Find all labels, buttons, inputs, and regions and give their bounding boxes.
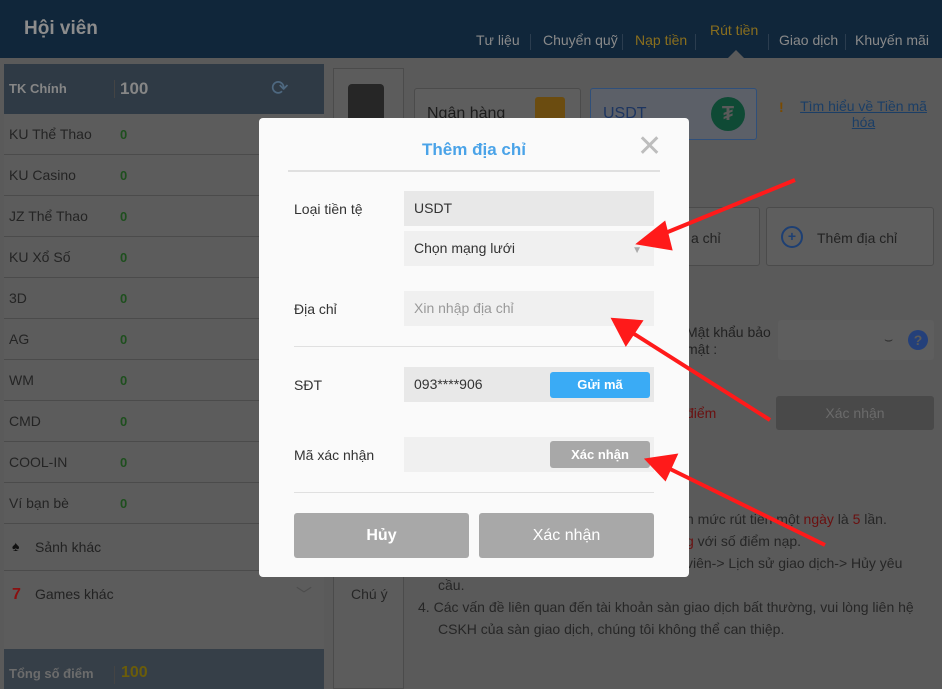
arrow-head xyxy=(610,317,644,347)
arrow-to-network xyxy=(657,178,796,238)
arrow-to-verify xyxy=(663,464,826,547)
arrow-head xyxy=(635,220,673,251)
annotation-arrows xyxy=(610,178,826,547)
arrow-head xyxy=(643,453,679,482)
arrow-to-address xyxy=(626,328,772,422)
